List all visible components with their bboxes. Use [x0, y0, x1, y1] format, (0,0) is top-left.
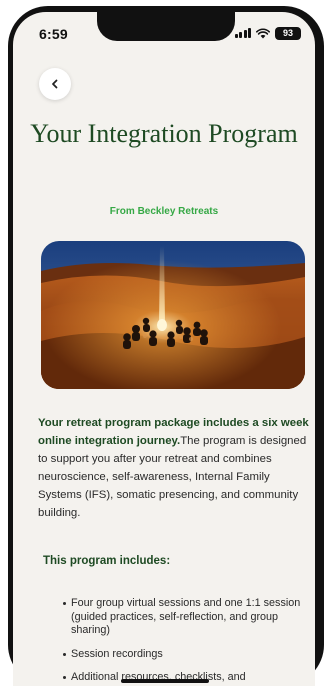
list-item: Four group virtual sessions and one 1:1 …	[63, 597, 311, 638]
signal-icon	[234, 28, 251, 38]
hero-image	[41, 241, 305, 389]
status-icons: 93	[234, 26, 301, 40]
battery-icon: 93	[275, 26, 301, 40]
desert-campfire-photo	[41, 241, 305, 389]
includes-list: Four group virtual sessions and one 1:1 …	[63, 597, 311, 686]
status-time: 6:59	[39, 26, 68, 42]
page-subtitle: From Beckley Retreats	[109, 206, 219, 217]
wifi-icon	[256, 27, 270, 38]
chevron-left-icon	[52, 79, 58, 89]
home-indicator[interactable]	[121, 679, 209, 683]
back-button[interactable]	[39, 68, 71, 100]
list-item: Session recordings	[63, 648, 311, 662]
intro-text: Your retreat program package includes a …	[38, 414, 310, 522]
camera-notch	[97, 12, 235, 41]
includes-heading: This program includes:	[43, 555, 171, 567]
intro-body: The program is designed to support you a…	[38, 435, 307, 519]
page-title: Your Integration Program	[30, 119, 298, 148]
app-screen: 6:59 93 Your Integration Program From Be…	[13, 12, 315, 686]
